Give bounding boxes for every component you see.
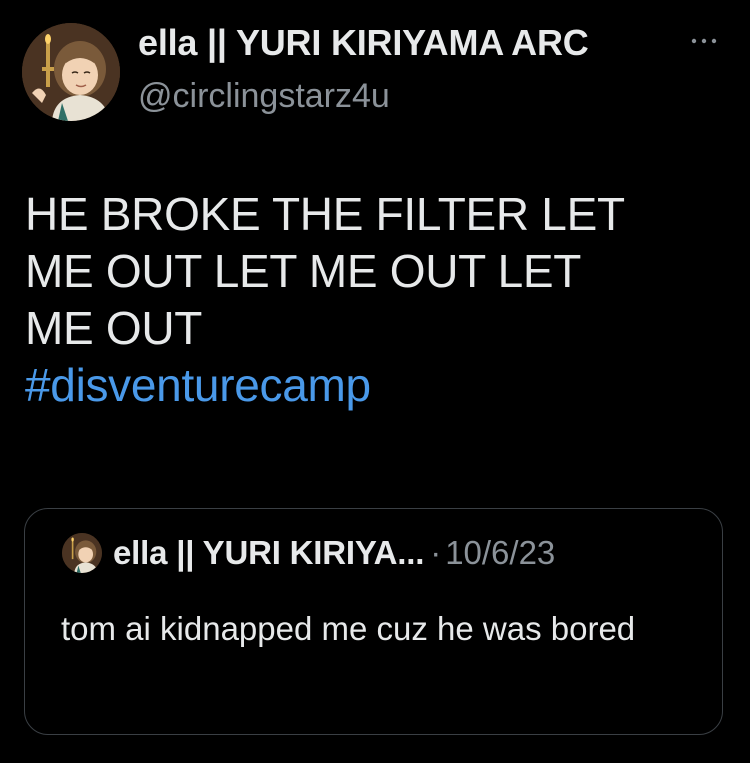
more-options-button[interactable]	[684, 26, 724, 56]
quoted-author-display-name[interactable]: ella || YURI KIRIYA...	[113, 534, 424, 571]
tweet-text: HE BROKE THE FILTER LET ME OUT LET ME OU…	[25, 186, 725, 414]
separator-dot: ·	[430, 534, 442, 571]
more-horizontal-icon	[691, 38, 717, 44]
author-avatar[interactable]	[22, 23, 120, 121]
quoted-tweet-card[interactable]: ella || YURI KIRIYA... · 10/6/23 tom ai ki…	[24, 508, 723, 735]
author-display-name[interactable]: ella || YURI KIRIYAMA ARC	[138, 22, 589, 64]
tweet-text-line: ME OUT	[25, 302, 203, 354]
author-handle[interactable]: @circlingstarz4u	[138, 77, 390, 116]
tweet-text-line: HE BROKE THE FILTER LET	[25, 188, 625, 240]
tweet: ella || YURI KIRIYAMA ARC @circlingstarz…	[0, 0, 750, 763]
hashtag-link[interactable]: #disventurecamp	[25, 357, 725, 414]
quoted-author-avatar[interactable]	[62, 533, 102, 573]
tweet-text-line: ME OUT LET ME OUT LET	[25, 245, 582, 297]
quoted-tweet-header: ella || YURI KIRIYA... · 10/6/23	[113, 533, 555, 573]
quoted-tweet-text: tom ai kidnapped me cuz he was bored	[61, 610, 636, 647]
quoted-tweet-date[interactable]: 10/6/23	[445, 534, 555, 571]
avatar-illustration-icon	[62, 533, 102, 573]
avatar-illustration-icon	[22, 23, 120, 121]
